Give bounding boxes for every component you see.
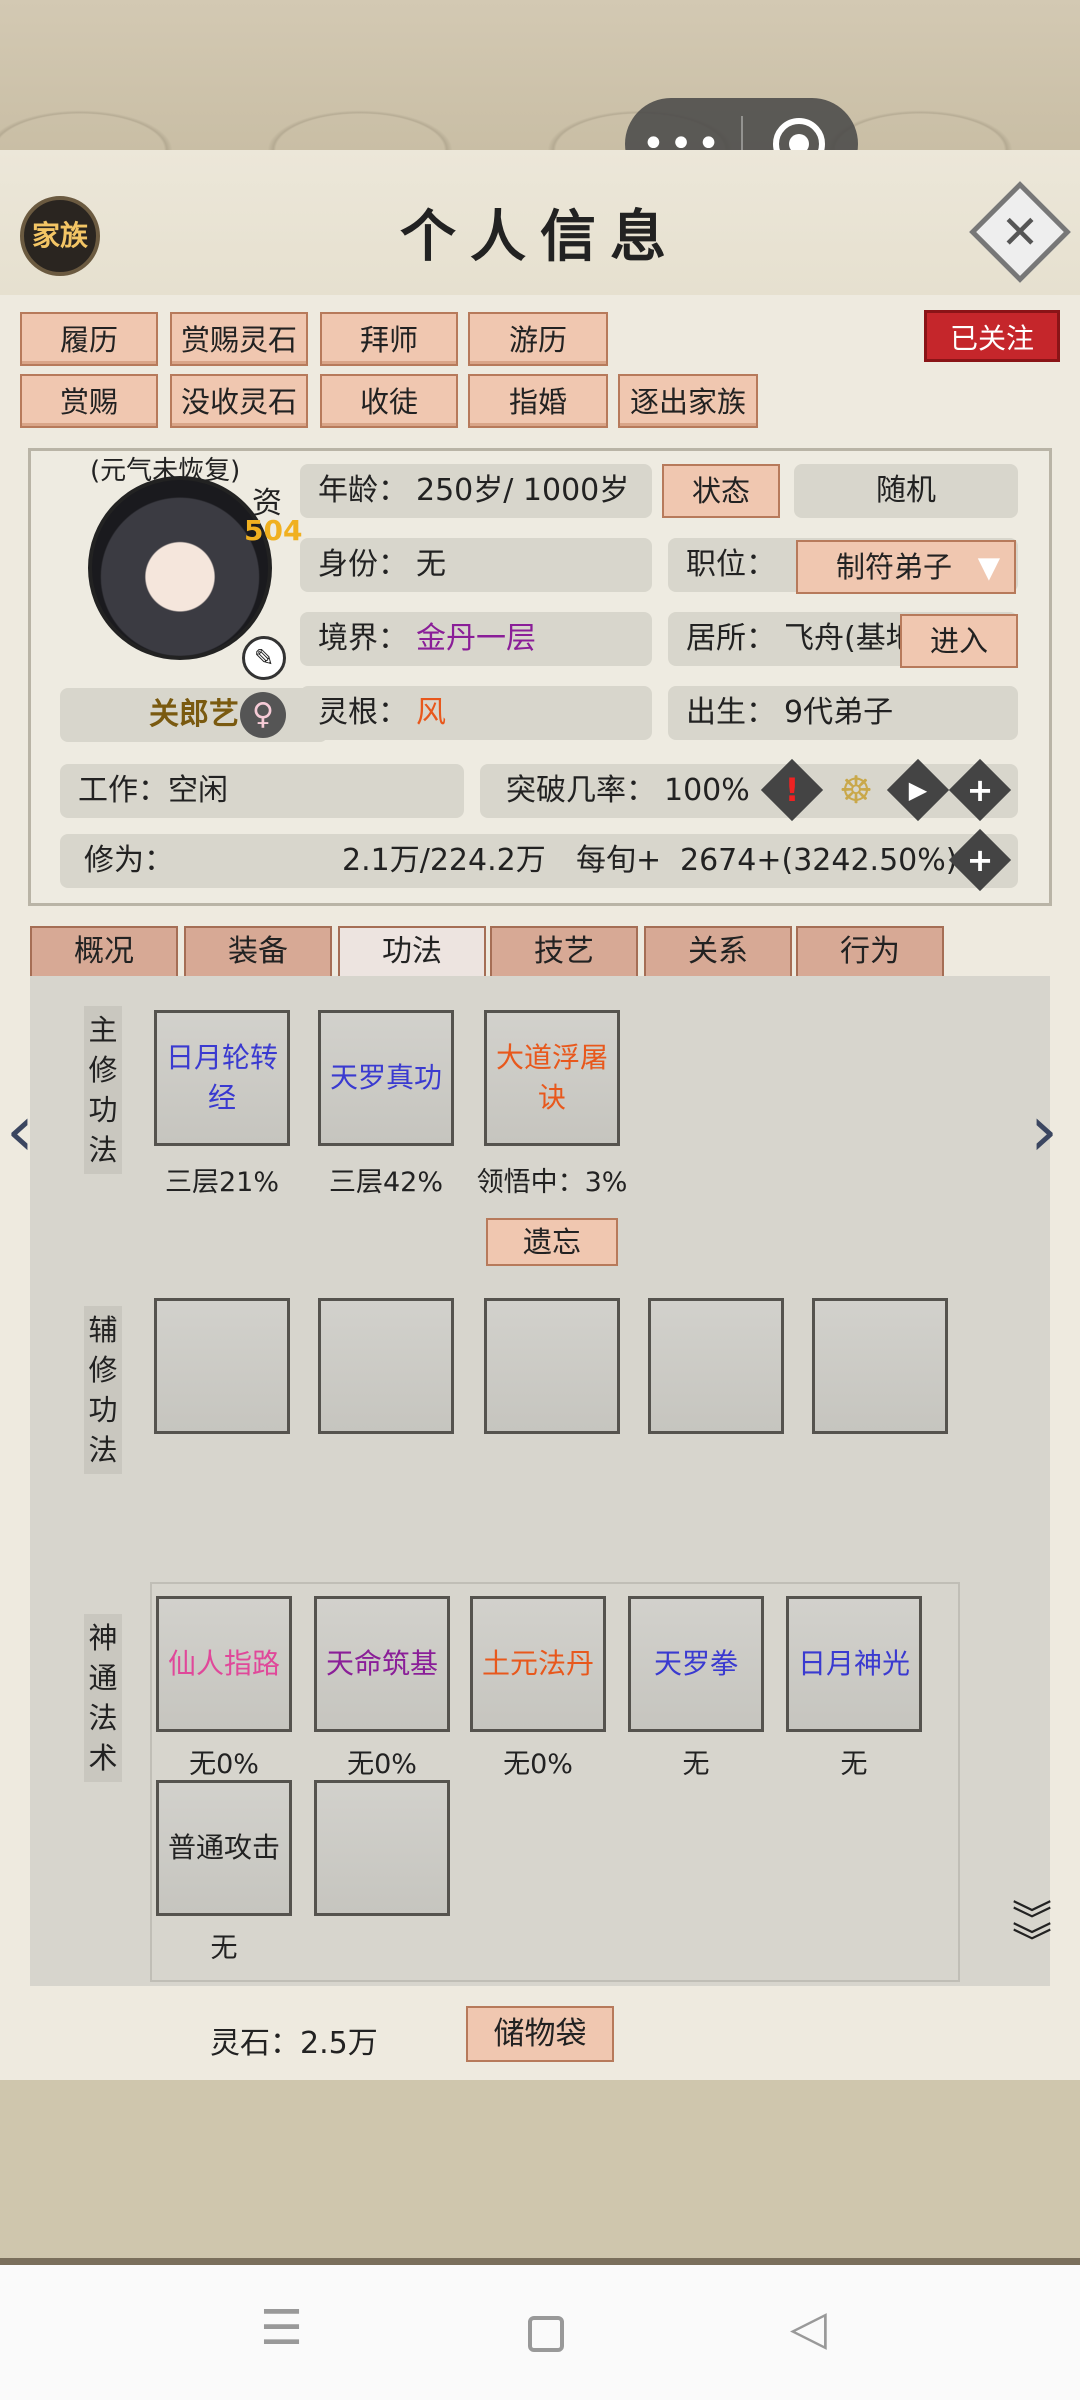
pencil-icon[interactable]: ✎	[242, 636, 286, 680]
enter-button[interactable]: 进入	[900, 614, 1018, 668]
menu-icon[interactable]: ☰	[260, 2300, 303, 2356]
tab-equipment[interactable]: 装备	[184, 926, 332, 978]
page-title: 个人信息	[400, 204, 680, 270]
main-skill-label: 主修功法	[84, 1006, 122, 1174]
cultivation-field: 修为： 2.1万/224.2万 每旬+ 2674+(3242.50%)	[60, 834, 1018, 888]
work-field: 工作：空闲	[60, 764, 464, 818]
identity-field: 身份：无	[300, 538, 652, 592]
spell-name: 天命筑基	[325, 1647, 438, 1680]
expel-button[interactable]: 逐出家族	[618, 374, 758, 428]
female-icon: ♀	[240, 692, 286, 738]
chevron-left-icon[interactable]: ‹	[6, 1090, 34, 1172]
spell-progress: 无0%	[347, 1749, 417, 1780]
skill-progress: 领悟中：3%	[476, 1167, 628, 1198]
skill-name: 日月轮转经	[165, 1041, 278, 1114]
tab-behavior[interactable]: 行为	[796, 926, 944, 978]
spell-name: 普通攻击	[167, 1831, 280, 1864]
tab-relations[interactable]: 关系	[644, 926, 792, 978]
main-skill-slot[interactable]: 天罗真功	[318, 1010, 454, 1146]
spell-name: 日月神光	[797, 1647, 910, 1680]
plus-icon[interactable]: +	[958, 838, 1002, 882]
spell-slot[interactable]: 日月神光	[786, 1596, 922, 1732]
followed-badge[interactable]: 已关注	[924, 310, 1060, 362]
spell-progress: 无	[840, 1749, 868, 1780]
apprentice-button[interactable]: 拜师	[320, 312, 458, 366]
spell-name: 土元法丹	[481, 1647, 594, 1680]
spell-slot[interactable]: 普通攻击	[156, 1780, 292, 1916]
spirit-root-field: 灵根：风	[300, 686, 652, 740]
aux-skill-slot[interactable]	[648, 1298, 784, 1434]
aptitude-value: 504	[244, 514, 303, 547]
character-name: 关郎艺	[60, 688, 328, 742]
spell-label: 神通法术	[84, 1614, 122, 1782]
spirit-stone-display: 灵石：2.5万	[210, 2026, 378, 2061]
spell-progress: 无0%	[189, 1749, 259, 1780]
aux-skill-slot[interactable]	[318, 1298, 454, 1434]
home-icon[interactable]	[528, 2316, 564, 2352]
reward-button[interactable]: 赏赐	[20, 374, 158, 428]
main-skill-slot[interactable]: 大道浮屠诀	[484, 1010, 620, 1146]
back-icon[interactable]: ◁	[790, 2300, 827, 2356]
skill-progress: 三层42%	[328, 1167, 443, 1198]
age-field: 年龄： 250岁/ 1000岁	[300, 464, 652, 518]
warning-icon[interactable]: !	[770, 768, 814, 812]
chevron-right-icon[interactable]: ›	[1030, 1090, 1058, 1172]
plus-icon[interactable]: +	[958, 768, 1002, 812]
close-icon: ✕	[1000, 205, 1040, 259]
spell-slot[interactable]: 天命筑基	[314, 1596, 450, 1732]
realm-field: 境界： 金丹一层	[300, 612, 652, 666]
spell-name: 天罗拳	[653, 1647, 738, 1680]
tab-skills[interactable]: 功法	[338, 926, 486, 978]
avatar[interactable]	[88, 476, 272, 660]
random-button[interactable]: 随机	[794, 464, 1018, 518]
aux-skill-slot[interactable]	[154, 1298, 290, 1434]
chevron-down-icon: ▼	[977, 550, 1000, 584]
travel-button[interactable]: 游历	[468, 312, 608, 366]
play-icon[interactable]: ▶	[896, 768, 940, 812]
reward-stone-button[interactable]: 赏赐灵石	[170, 312, 308, 366]
confiscate-stone-button[interactable]: 没收灵石	[170, 374, 308, 428]
aux-skill-slot[interactable]	[812, 1298, 948, 1434]
arrange-marriage-button[interactable]: 指婚	[468, 374, 608, 428]
aux-skill-label: 辅修功法	[84, 1306, 122, 1474]
skill-name: 天罗真功	[329, 1061, 442, 1094]
spell-progress: 无0%	[503, 1749, 573, 1780]
history-button[interactable]: 履历	[20, 312, 158, 366]
storage-bag-button[interactable]: 储物袋	[466, 2006, 614, 2062]
birth-field: 出生： 9代弟子	[668, 686, 1018, 740]
main-skill-slot[interactable]: 日月轮转经	[154, 1010, 290, 1146]
family-button[interactable]: 家族	[20, 196, 100, 276]
spell-slot[interactable]	[314, 1780, 450, 1916]
tab-crafts[interactable]: 技艺	[490, 926, 638, 978]
skill-name: 大道浮屠诀	[495, 1041, 608, 1114]
skill-progress: 三层21%	[164, 1167, 279, 1198]
position-select[interactable]: 制符弟子 ▼	[796, 540, 1016, 594]
spell-progress: 无	[210, 1933, 238, 1964]
spell-progress: 无	[682, 1749, 710, 1780]
spell-slot[interactable]: 仙人指路	[156, 1596, 292, 1732]
spell-slot[interactable]: 天罗拳	[628, 1596, 764, 1732]
spell-name: 仙人指路	[167, 1647, 280, 1680]
take-disciple-button[interactable]: 收徒	[320, 374, 458, 428]
tab-overview[interactable]: 概况	[30, 926, 178, 978]
aux-skill-slot[interactable]	[484, 1298, 620, 1434]
status-button[interactable]: 状态	[662, 464, 780, 518]
spell-slot[interactable]: 土元法丹	[470, 1596, 606, 1732]
header-background	[0, 0, 1080, 150]
meditate-icon[interactable]: ☸	[830, 762, 882, 818]
bottom-backdrop	[0, 2080, 1080, 2265]
forget-button[interactable]: 遗忘	[486, 1218, 618, 1266]
scroll-down-icon[interactable]: ︾ ︾	[1012, 1901, 1052, 1963]
